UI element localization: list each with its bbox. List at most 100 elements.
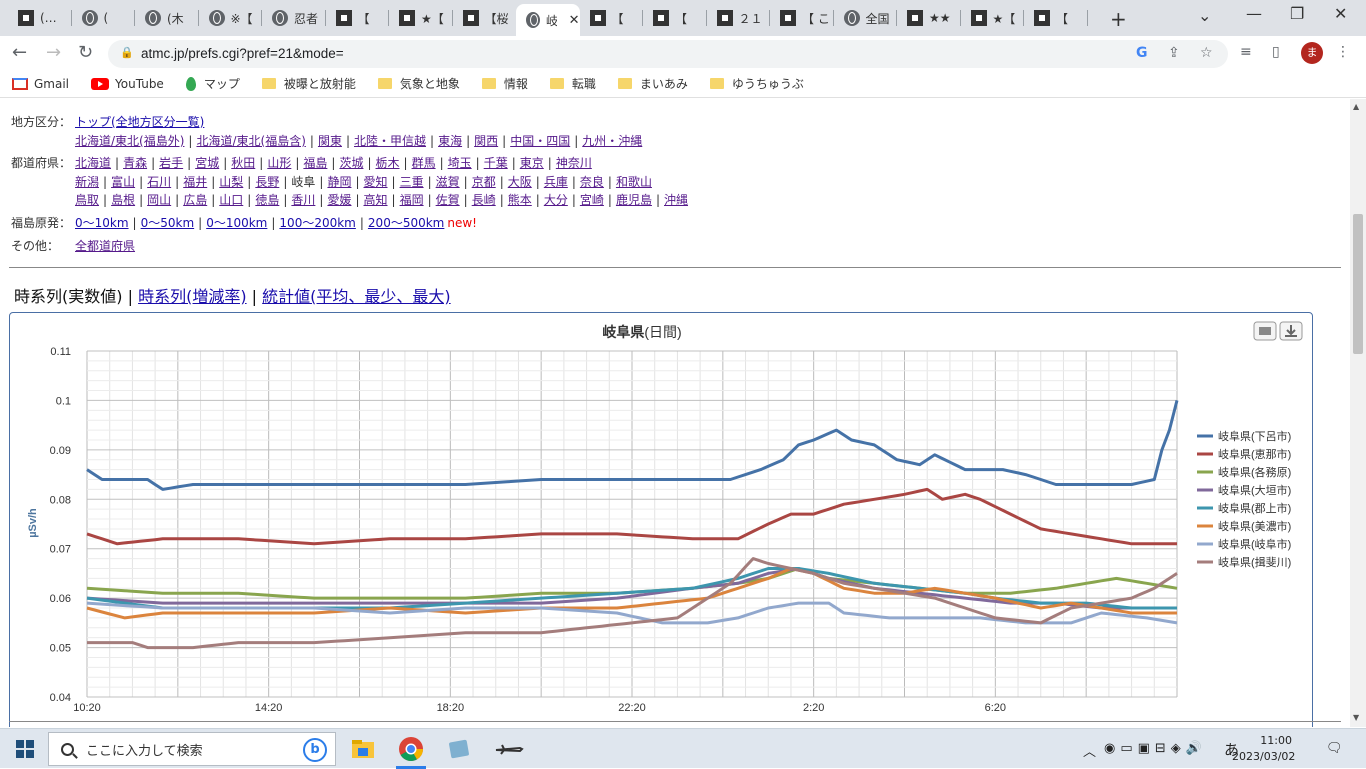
nav-link[interactable]: 北海道 — [75, 156, 111, 170]
nav-link[interactable]: 和歌山 — [616, 175, 652, 189]
nav-link[interactable]: 静岡 — [327, 175, 351, 189]
page-scrollbar[interactable]: ▲ ▼ — [1350, 99, 1366, 727]
nav-link[interactable]: 高知 — [364, 193, 388, 207]
nav-link[interactable]: 愛媛 — [327, 193, 351, 207]
nav-link[interactable]: 東海 — [438, 134, 462, 148]
print-button[interactable] — [1253, 321, 1277, 341]
nav-link[interactable]: 鹿児島 — [616, 193, 652, 207]
nav-link[interactable]: 北海道/東北(福島含) — [196, 134, 305, 148]
browser-tab[interactable]: 【桜 — [453, 4, 517, 32]
back-icon[interactable]: ← — [12, 42, 27, 63]
scroll-thumb[interactable] — [1353, 214, 1363, 354]
nav-link[interactable]: 沖縄 — [664, 193, 688, 207]
browser-tab[interactable]: 【 — [643, 4, 707, 32]
nav-link[interactable]: 石川 — [147, 175, 171, 189]
notification-icon[interactable]: 🗨 — [1326, 741, 1343, 756]
nav-link[interactable]: 北陸・甲信越 — [354, 134, 426, 148]
url-text[interactable]: atmc.jp/prefs.cgi?pref=21&mode= — [141, 46, 344, 61]
clock[interactable]: 11:00 2023/03/02 — [1232, 733, 1295, 765]
nav-link[interactable]: 栃木 — [376, 156, 400, 170]
nav-link[interactable]: 九州・沖縄 — [582, 134, 642, 148]
bookmark-item[interactable]: 被曝と放射能 — [261, 75, 356, 92]
browser-tab[interactable]: 【 こ — [770, 4, 834, 32]
browser-tab[interactable]: ※【 — [199, 4, 263, 32]
legend-item[interactable]: 岐阜県(岐阜市) — [1218, 537, 1291, 551]
nav-link[interactable]: 茨城 — [339, 156, 363, 170]
close-window-button[interactable]: ✕ — [1334, 4, 1347, 23]
bookmark-item[interactable]: 転職 — [549, 75, 596, 92]
nav-link[interactable]: 福岡 — [400, 193, 424, 207]
nav-link[interactable]: 山梨 — [219, 175, 243, 189]
address-bar[interactable]: 🔒 atmc.jp/prefs.cgi?pref=21&mode= G ⇪ ☆ — [108, 40, 1228, 68]
app-icon[interactable] — [446, 736, 472, 762]
nav-link[interactable]: 岡山 — [147, 193, 171, 207]
nav-link[interactable]: 滋賀 — [436, 175, 460, 189]
bookmark-item[interactable]: YouTube — [91, 77, 164, 91]
nav-link[interactable]: 関西 — [474, 134, 498, 148]
browser-tab[interactable]: 全国 — [834, 4, 898, 32]
nav-link[interactable]: 熊本 — [508, 193, 532, 207]
legend-item[interactable]: 岐阜県(恵那市) — [1218, 447, 1291, 461]
tray-chevron-icon[interactable]: ︿ — [1083, 741, 1096, 760]
reload-icon[interactable]: ↻ — [78, 42, 93, 63]
nav-link[interactable]: 新潟 — [75, 175, 99, 189]
nav-link[interactable]: 青森 — [123, 156, 147, 170]
nav-link[interactable]: 岩手 — [159, 156, 183, 170]
legend-item[interactable]: 岐阜県(郡上市) — [1218, 501, 1291, 515]
tab-search-icon[interactable]: ⌄ — [1198, 6, 1211, 25]
legend-item[interactable]: 岐阜県(大垣市) — [1218, 483, 1291, 497]
nav-link[interactable]: 宮城 — [195, 156, 219, 170]
profile-avatar[interactable]: ま — [1301, 42, 1323, 64]
file-explorer-icon[interactable] — [350, 736, 376, 762]
browser-tab[interactable]: 【 — [326, 4, 390, 32]
nav-link[interactable]: 中国・四国 — [510, 134, 570, 148]
forward-icon[interactable]: → — [46, 42, 61, 63]
browser-tab[interactable]: ２１ — [707, 4, 771, 32]
airplane-icon[interactable] — [494, 736, 524, 762]
legend-item[interactable]: 岐阜県(美濃市) — [1218, 519, 1291, 533]
nav-link[interactable]: 200〜500km — [368, 216, 444, 230]
menu-icon[interactable]: ⋮ — [1336, 44, 1350, 60]
nav-link[interactable]: 三重 — [400, 175, 424, 189]
nav-link[interactable]: 島根 — [111, 193, 135, 207]
scroll-down-icon[interactable]: ▼ — [1353, 713, 1359, 722]
new-tab-button[interactable]: + — [1110, 7, 1127, 31]
bookmark-item[interactable]: Gmail — [12, 77, 69, 91]
scroll-up-icon[interactable]: ▲ — [1353, 102, 1359, 111]
bookmark-item[interactable]: マップ — [185, 75, 240, 92]
nav-link[interactable]: 千葉 — [484, 156, 508, 170]
download-button[interactable] — [1279, 321, 1303, 341]
nav-link[interactable]: 長崎 — [472, 193, 496, 207]
region-top-link[interactable]: トップ(全地方区分一覧) — [75, 115, 204, 129]
browser-tab[interactable]: ( — [72, 4, 136, 32]
mode-link-stats[interactable]: 統計値(平均、最少、最大) — [262, 287, 451, 306]
nav-link[interactable]: 徳島 — [255, 193, 279, 207]
nav-link[interactable]: 福島 — [303, 156, 327, 170]
legend-item[interactable]: 岐阜県(揖斐川) — [1218, 555, 1291, 569]
nav-link[interactable]: 山形 — [267, 156, 291, 170]
nav-link[interactable]: 0〜50km — [141, 216, 195, 230]
nav-link[interactable]: 0〜100km — [206, 216, 267, 230]
google-icon[interactable]: G — [1136, 45, 1148, 61]
nav-link[interactable]: 0〜10km — [75, 216, 129, 230]
browser-tab[interactable]: 【 — [1024, 4, 1088, 32]
side-panel-icon[interactable]: ▯ — [1272, 44, 1280, 60]
minimize-button[interactable]: — — [1246, 4, 1262, 23]
nav-link[interactable]: 大阪 — [508, 175, 532, 189]
nav-link[interactable]: 宮崎 — [580, 193, 604, 207]
nav-link[interactable]: 香川 — [291, 193, 315, 207]
nav-link[interactable]: 佐賀 — [436, 193, 460, 207]
nav-link[interactable]: 100〜200km — [279, 216, 355, 230]
close-tab-icon[interactable]: ✕ — [569, 13, 580, 28]
browser-tab[interactable]: 岐 ✕ — [516, 4, 580, 36]
nav-link[interactable]: 秋田 — [231, 156, 255, 170]
nav-link[interactable]: 福井 — [183, 175, 207, 189]
browser-tab[interactable]: ★【 — [961, 4, 1025, 32]
browser-tab[interactable]: ★【 — [389, 4, 453, 32]
maximize-button[interactable]: ❐ — [1290, 4, 1304, 23]
bookmark-item[interactable]: 情報 — [481, 75, 528, 92]
nav-link[interactable]: 鳥取 — [75, 193, 99, 207]
browser-tab[interactable]: ★★ — [897, 4, 961, 32]
nav-link[interactable]: 群馬 — [412, 156, 436, 170]
media-icon[interactable]: ≡ — [1240, 44, 1252, 60]
